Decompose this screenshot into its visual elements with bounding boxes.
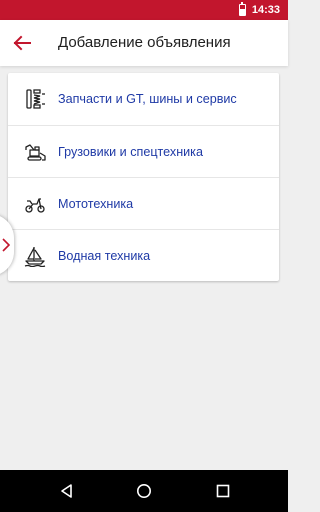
battery-icon: [238, 2, 246, 16]
nav-recents-icon: [216, 484, 230, 498]
chevron-right-icon: [2, 238, 10, 252]
excavator-icon: [25, 144, 46, 161]
nav-home-icon: [137, 484, 151, 498]
category-label: Запчасти и GT, шины и сервис: [58, 92, 237, 106]
category-label: Мототехника: [58, 197, 134, 211]
app-bar: Добавление объявления: [0, 20, 288, 66]
scooter-icon: [25, 198, 45, 213]
status-bar: 14:33: [0, 0, 288, 20]
system-nav-bar: [0, 470, 288, 512]
nav-back-button[interactable]: [55, 480, 77, 502]
category-item-trucks[interactable]: Грузовики и спецтехника: [8, 125, 279, 177]
status-time: 14:33: [251, 4, 280, 16]
category-label: Водная техника: [58, 249, 151, 263]
nav-back-icon: [61, 484, 72, 498]
category-item-moto[interactable]: Мототехника: [8, 177, 279, 229]
category-item-parts[interactable]: Запчасти и GT, шины и сервис: [8, 73, 279, 125]
page-title: Добавление объявления: [58, 34, 231, 51]
category-list: Запчасти и GT, шины и сервис Грузовики и…: [8, 73, 279, 281]
arrow-left-icon: [13, 35, 31, 51]
nav-home-button[interactable]: [133, 480, 155, 502]
back-button[interactable]: [8, 28, 36, 58]
shock-absorber-icon: [26, 89, 45, 109]
sailboat-icon: [24, 247, 46, 267]
category-label: Грузовики и спецтехника: [58, 145, 203, 159]
nav-recents-button[interactable]: [212, 480, 234, 502]
category-item-water[interactable]: Водная техника: [8, 229, 279, 281]
